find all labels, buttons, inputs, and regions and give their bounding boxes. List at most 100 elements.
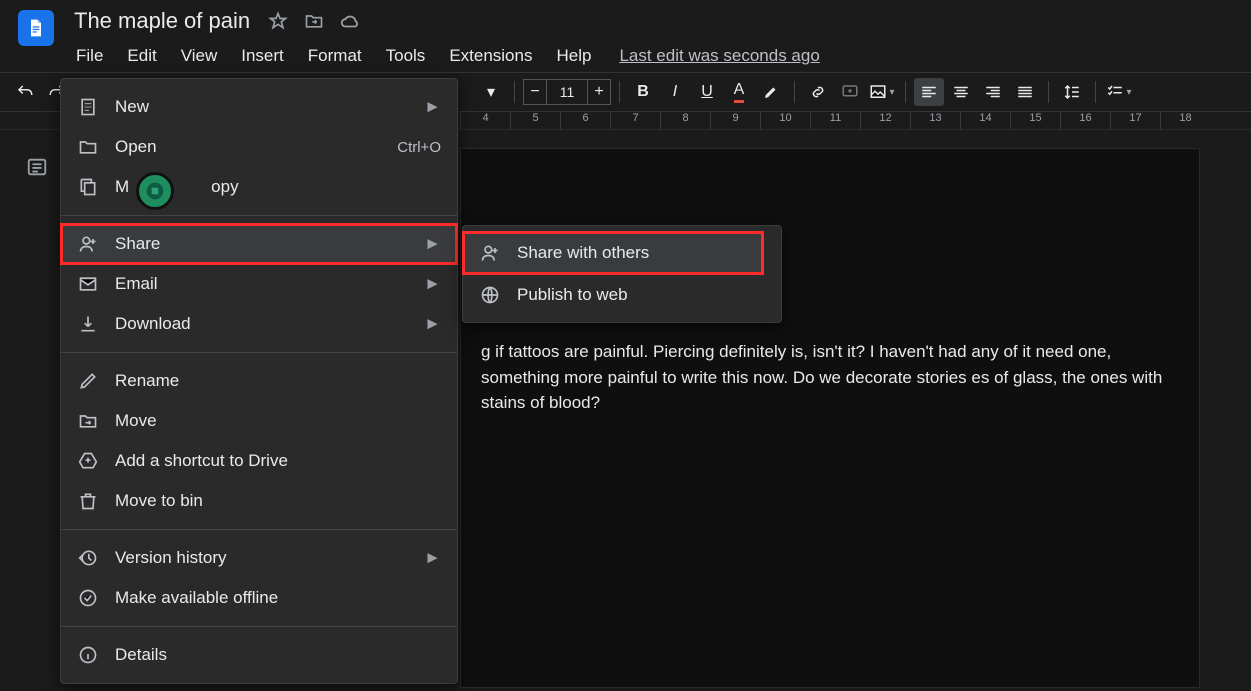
- menu-separator: [61, 626, 457, 627]
- menu-move-to-bin[interactable]: Move to bin: [61, 481, 457, 521]
- ruler-tick: 13: [910, 112, 960, 129]
- chevron-right-icon: ►: [424, 314, 441, 334]
- menu-help[interactable]: Help: [546, 42, 601, 70]
- submenu-publish-to-web-label: Publish to web: [517, 285, 628, 305]
- trash-icon: [77, 490, 99, 512]
- font-size-value[interactable]: 11: [547, 79, 587, 105]
- menu-view[interactable]: View: [171, 42, 228, 70]
- bold-button[interactable]: B: [628, 78, 658, 106]
- menu-new[interactable]: New ►: [61, 87, 457, 127]
- line-spacing-button[interactable]: [1057, 78, 1087, 106]
- person-add-icon: [479, 242, 501, 264]
- menu-file[interactable]: File: [66, 42, 113, 70]
- info-icon: [77, 644, 99, 666]
- docs-logo[interactable]: [18, 10, 54, 46]
- menu-edit[interactable]: Edit: [117, 42, 166, 70]
- menu-format[interactable]: Format: [298, 42, 372, 70]
- align-left-button[interactable]: [914, 78, 944, 106]
- text-color-button[interactable]: A: [724, 78, 754, 106]
- underline-button[interactable]: U: [692, 78, 722, 106]
- align-justify-button[interactable]: [1010, 78, 1040, 106]
- menu-make-a-copy-prefix: M: [115, 177, 129, 197]
- toolbar-separator: [794, 81, 795, 103]
- font-size-group: − 11 +: [523, 79, 611, 105]
- ruler-tick: 9: [710, 112, 760, 129]
- menu-version-history[interactable]: Version history ►: [61, 538, 457, 578]
- title-area: The maple of pain File Edit View Insert …: [70, 6, 820, 70]
- checklist-button[interactable]: ▾: [1104, 78, 1134, 106]
- menu-download[interactable]: Download ►: [61, 304, 457, 344]
- menu-separator: [61, 215, 457, 216]
- insert-image-button[interactable]: ▾: [867, 78, 897, 106]
- insert-link-button[interactable]: [803, 78, 833, 106]
- title-row: The maple of pain: [70, 6, 820, 36]
- star-icon[interactable]: [266, 9, 290, 33]
- menu-details[interactable]: Details: [61, 635, 457, 675]
- menu-tools[interactable]: Tools: [376, 42, 436, 70]
- menu-open-label: Open: [115, 137, 157, 157]
- menu-open[interactable]: Open Ctrl+O: [61, 127, 457, 167]
- ruler-tick: 16: [1060, 112, 1110, 129]
- submenu-share-with-others[interactable]: Share with others: [463, 232, 763, 274]
- align-right-button[interactable]: [978, 78, 1008, 106]
- header: The maple of pain File Edit View Insert …: [0, 0, 1251, 72]
- font-size-increase[interactable]: +: [587, 79, 611, 105]
- docs-icon: [26, 15, 46, 41]
- document-title[interactable]: The maple of pain: [70, 6, 254, 36]
- menu-extensions[interactable]: Extensions: [439, 42, 542, 70]
- move-folder-icon[interactable]: [302, 9, 326, 33]
- chevron-right-icon: ►: [424, 234, 441, 254]
- ruler-tick: 10: [760, 112, 810, 129]
- document-body-text[interactable]: g if tattoos are painful. Piercing defin…: [481, 339, 1179, 416]
- menu-email[interactable]: Email ►: [61, 264, 457, 304]
- italic-button[interactable]: I: [660, 78, 690, 106]
- menu-move-label: Move: [115, 411, 157, 431]
- ruler-tick: 12: [860, 112, 910, 129]
- ruler-tick: 5: [510, 112, 560, 129]
- globe-icon: [479, 284, 501, 306]
- file-menu-dropdown: New ► Open Ctrl+O M opy Share ► Email ► …: [60, 78, 458, 684]
- menu-rename[interactable]: Rename: [61, 361, 457, 401]
- font-size-decrease[interactable]: −: [523, 79, 547, 105]
- menu-share[interactable]: Share ►: [61, 224, 457, 264]
- menu-make-available-offline[interactable]: Make available offline: [61, 578, 457, 618]
- add-comment-button[interactable]: [835, 78, 865, 106]
- menu-new-label: New: [115, 97, 149, 117]
- menu-insert[interactable]: Insert: [231, 42, 294, 70]
- collaborator-avatar[interactable]: [136, 172, 174, 210]
- document-icon: [77, 96, 99, 118]
- menu-details-label: Details: [115, 645, 167, 665]
- chevron-right-icon: ►: [424, 548, 441, 568]
- menu-move[interactable]: Move: [61, 401, 457, 441]
- menu-share-label: Share: [115, 234, 160, 254]
- menu-make-a-copy[interactable]: M opy: [61, 167, 457, 207]
- ruler-tick: 4: [460, 112, 510, 129]
- ruler-tick: 17: [1110, 112, 1160, 129]
- highlight-button[interactable]: [756, 78, 786, 106]
- ruler-tick: 6: [560, 112, 610, 129]
- submenu-publish-to-web[interactable]: Publish to web: [463, 274, 781, 316]
- drive-shortcut-icon: [77, 450, 99, 472]
- menu-add-shortcut-label: Add a shortcut to Drive: [115, 451, 288, 471]
- font-dropdown-arrow[interactable]: ▾: [476, 78, 506, 106]
- menu-separator: [61, 352, 457, 353]
- undo-button[interactable]: [10, 78, 40, 106]
- toolbar-separator: [905, 81, 906, 103]
- submenu-share-with-others-label: Share with others: [517, 243, 649, 263]
- menu-download-label: Download: [115, 314, 191, 334]
- menu-email-label: Email: [115, 274, 158, 294]
- cloud-status-icon[interactable]: [338, 9, 362, 33]
- align-center-button[interactable]: [946, 78, 976, 106]
- toolbar-separator: [619, 81, 620, 103]
- menu-make-available-offline-label: Make available offline: [115, 588, 278, 608]
- chevron-right-icon: ►: [424, 97, 441, 117]
- copy-icon: [77, 176, 99, 198]
- menu-add-shortcut[interactable]: Add a shortcut to Drive: [61, 441, 457, 481]
- show-outline-button[interactable]: [20, 150, 54, 184]
- chevron-right-icon: ►: [424, 274, 441, 294]
- menu-open-shortcut: Ctrl+O: [397, 139, 441, 156]
- toolbar-separator: [1095, 81, 1096, 103]
- ruler-tick: 15: [1010, 112, 1060, 129]
- last-edit-link[interactable]: Last edit was seconds ago: [619, 46, 819, 66]
- share-submenu: Share with others Publish to web: [462, 225, 782, 323]
